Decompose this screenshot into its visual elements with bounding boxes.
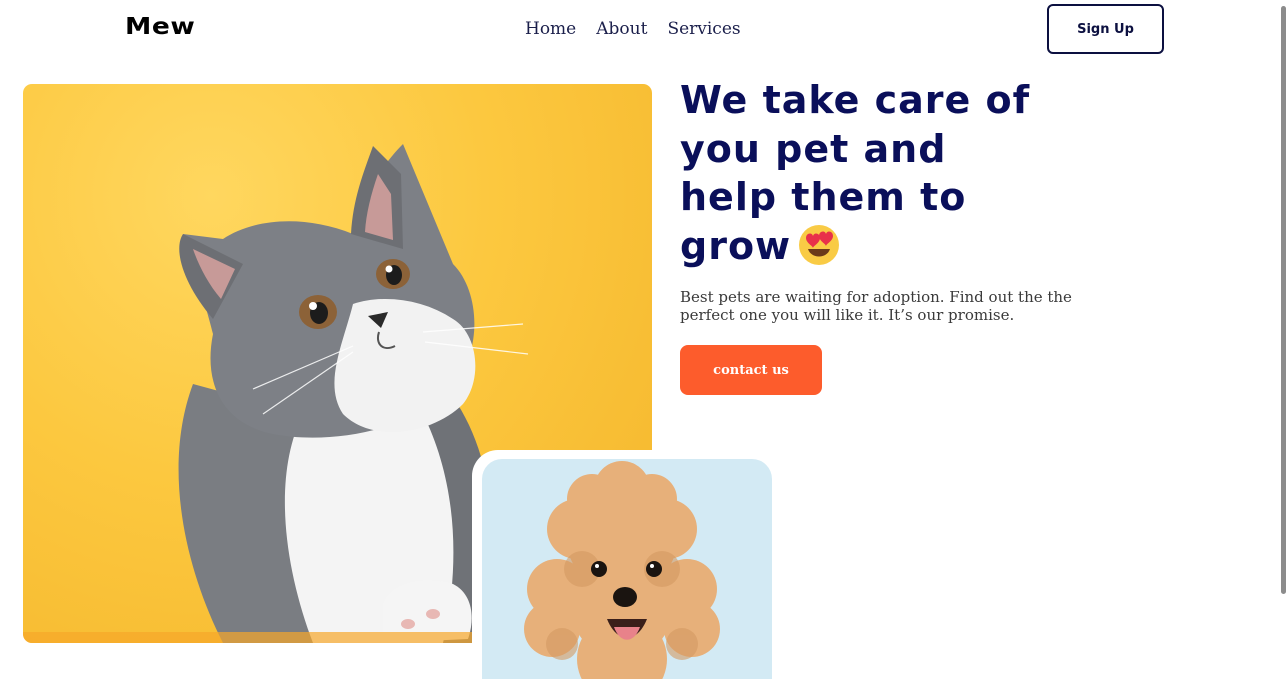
contact-us-button[interactable]: contact us (680, 345, 822, 395)
scrollbar-thumb[interactable] (1281, 6, 1286, 594)
nav-services[interactable]: Services (667, 19, 740, 39)
headline-line-1: We take care of (680, 78, 1031, 122)
nav-home[interactable]: Home (525, 19, 576, 39)
logo[interactable]: Mew (125, 14, 195, 40)
hero-description: Best pets are waiting for adoption. Find… (680, 288, 1072, 324)
nav-about[interactable]: About (596, 19, 647, 39)
sign-up-button[interactable]: Sign Up (1047, 4, 1164, 54)
page-scrollbar[interactable] (1280, 0, 1287, 650)
smiling-face-with-heart-eyes-icon (797, 222, 841, 266)
dog-photo (482, 459, 772, 679)
headline-line-4: grow (680, 223, 792, 268)
main-nav: Home About Services (525, 19, 741, 39)
headline-line-2: you pet and (680, 126, 947, 171)
headline-line-3: help them to (680, 175, 967, 219)
hero-headline: We take care of you pet and help them to gr… (680, 76, 1100, 270)
